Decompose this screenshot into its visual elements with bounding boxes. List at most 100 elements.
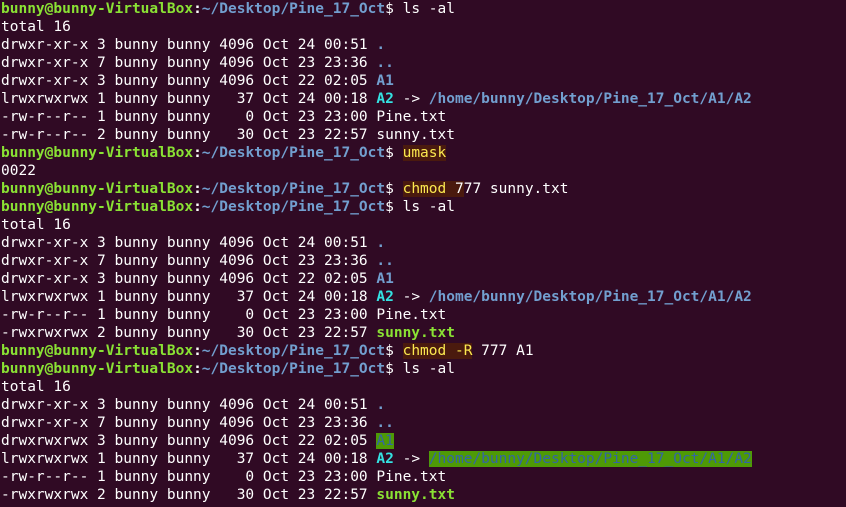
terminal-text-plain: -rw-r--r-- 1 bunny bunny 0 Oct 23 23:00 …	[1, 307, 447, 323]
terminal-text-exec: sunny.txt	[376, 325, 455, 341]
terminal-text-plain: $	[385, 145, 403, 161]
terminal-text-path: ~/Desktop/Pine_17_Oct	[201, 1, 386, 17]
terminal-text-path: ~/Desktop/Pine_17_Oct	[201, 361, 386, 377]
terminal-text-plain: $ ls -al	[385, 199, 455, 215]
terminal-text-plain: total 16	[1, 19, 71, 35]
terminal-text-link: A2	[376, 289, 394, 305]
output-line: lrwxrwxrwx 1 bunny bunny 37 Oct 24 00:18…	[1, 90, 846, 108]
output-line: drwxr-xr-x 3 bunny bunny 4096 Oct 22 02:…	[1, 270, 846, 288]
terminal-text-plain: lrwxrwxrwx 1 bunny bunny 37 Oct 24 00:18	[1, 289, 377, 305]
output-line: 0022	[1, 162, 846, 180]
output-line: lrwxrwxrwx 1 bunny bunny 37 Oct 24 00:18…	[1, 450, 846, 468]
terminal-text-dir: .	[376, 37, 386, 53]
terminal-text-plain: -rwxrwxrwx 2 bunny bunny 30 Oct 23 22:57	[1, 487, 377, 503]
terminal-text-plain: 77 sunny.txt	[463, 181, 569, 197]
terminal-text-plain: $ ls -al	[385, 361, 455, 377]
output-line: total 16	[1, 378, 846, 396]
terminal-text-user: bunny@bunny-VirtualBox	[1, 199, 194, 215]
terminal-text-plain: total 16	[1, 217, 71, 233]
terminal-text-colon: :	[193, 199, 202, 215]
output-line: -rwxrwxrwx 2 bunny bunny 30 Oct 23 22:57…	[1, 324, 846, 342]
terminal-text-dir: ..	[376, 253, 394, 269]
output-line: drwxr-xr-x 3 bunny bunny 4096 Oct 22 02:…	[1, 72, 846, 90]
terminal-text-plain: drwxr-xr-x 3 bunny bunny 4096 Oct 24 00:…	[1, 397, 377, 413]
terminal-text-path: ~/Desktop/Pine_17_Oct	[201, 181, 386, 197]
terminal-text-colon: :	[193, 181, 202, 197]
terminal-text-plain: lrwxrwxrwx 1 bunny bunny 37 Oct 24 00:18	[1, 451, 377, 467]
terminal-text-hl-opt: -R	[454, 343, 473, 359]
terminal-text-path: ~/Desktop/Pine_17_Oct	[201, 199, 386, 215]
terminal-text-plain: $	[385, 181, 403, 197]
terminal-text-dir: .	[376, 397, 386, 413]
output-line: drwxr-xr-x 7 bunny bunny 4096 Oct 23 23:…	[1, 252, 846, 270]
terminal-text-colon: :	[193, 145, 202, 161]
terminal-text-plain: total 16	[1, 379, 71, 395]
terminal-text-hl-arg	[446, 181, 455, 197]
terminal-text-dir: .	[376, 235, 386, 251]
terminal-text-dir: ..	[376, 55, 394, 71]
output-line: total 16	[1, 216, 846, 234]
terminal-text-colon: :	[193, 343, 202, 359]
terminal-output[interactable]: bunny@bunny-VirtualBox:~/Desktop/Pine_17…	[0, 0, 846, 504]
terminal-text-hl-cmd: umask	[402, 145, 447, 161]
terminal-text-plain: -rw-r--r-- 1 bunny bunny 0 Oct 23 23:00 …	[1, 109, 447, 125]
terminal-text-plain: drwxr-xr-x 3 bunny bunny 4096 Oct 22 02:…	[1, 73, 377, 89]
terminal-text-plain: ->	[393, 289, 429, 305]
terminal-text-plain: -rwxrwxrwx 2 bunny bunny 30 Oct 23 22:57	[1, 325, 377, 341]
terminal-text-link-target: /home/bunny/Desktop/Pine_17_Oct/A1/A2	[428, 289, 752, 305]
terminal-text-plain: -rw-r--r-- 2 bunny bunny 30 Oct 23 22:57…	[1, 127, 455, 143]
terminal-text-hl-arg	[446, 343, 455, 359]
terminal-text-exec: sunny.txt	[376, 487, 455, 503]
output-line: drwxr-xr-x 3 bunny bunny 4096 Oct 24 00:…	[1, 36, 846, 54]
terminal-text-dir: A1	[376, 271, 394, 287]
prompt-line: bunny@bunny-VirtualBox:~/Desktop/Pine_17…	[1, 360, 846, 378]
output-line: total 16	[1, 18, 846, 36]
terminal-text-colon: :	[193, 1, 202, 17]
terminal-text-path: ~/Desktop/Pine_17_Oct	[201, 343, 386, 359]
output-line: -rw-r--r-- 1 bunny bunny 0 Oct 23 23:00 …	[1, 108, 846, 126]
terminal-text-plain: $ ls -al	[385, 1, 455, 17]
terminal-text-plain: $	[385, 343, 403, 359]
terminal-text-user: bunny@bunny-VirtualBox	[1, 1, 194, 17]
terminal-text-plain: drwxr-xr-x 7 bunny bunny 4096 Oct 23 23:…	[1, 415, 377, 431]
output-line: lrwxrwxrwx 1 bunny bunny 37 Oct 24 00:18…	[1, 288, 846, 306]
prompt-line: bunny@bunny-VirtualBox:~/Desktop/Pine_17…	[1, 342, 846, 360]
terminal-text-plain: ->	[393, 451, 429, 467]
terminal-text-plain: drwxr-xr-x 3 bunny bunny 4096 Oct 24 00:…	[1, 37, 377, 53]
terminal-text-plain: -rw-r--r-- 1 bunny bunny 0 Oct 23 23:00 …	[1, 469, 447, 485]
output-line: -rw-r--r-- 1 bunny bunny 0 Oct 23 23:00 …	[1, 468, 846, 486]
terminal-text-link: A2	[376, 451, 394, 467]
terminal-text-dir: A1	[376, 73, 394, 89]
terminal-text-plain: lrwxrwxrwx 1 bunny bunny 37 Oct 24 00:18	[1, 91, 377, 107]
terminal-text-plain: drwxr-xr-x 3 bunny bunny 4096 Oct 22 02:…	[1, 271, 377, 287]
terminal-text-dir: ..	[376, 415, 394, 431]
terminal-text-plain: drwxrwxrwx 3 bunny bunny 4096 Oct 22 02:…	[1, 433, 377, 449]
prompt-line: bunny@bunny-VirtualBox:~/Desktop/Pine_17…	[1, 180, 846, 198]
terminal-text-user: bunny@bunny-VirtualBox	[1, 145, 194, 161]
terminal-text-user: bunny@bunny-VirtualBox	[1, 361, 194, 377]
terminal-text-link: A2	[376, 91, 394, 107]
output-line: drwxrwxrwx 3 bunny bunny 4096 Oct 22 02:…	[1, 432, 846, 450]
prompt-line: bunny@bunny-VirtualBox:~/Desktop/Pine_17…	[1, 0, 846, 18]
terminal-text-plain: 777 A1	[472, 343, 534, 359]
output-line: drwxr-xr-x 7 bunny bunny 4096 Oct 23 23:…	[1, 54, 846, 72]
output-line: drwxr-xr-x 3 bunny bunny 4096 Oct 24 00:…	[1, 234, 846, 252]
terminal-text-path: ~/Desktop/Pine_17_Oct	[201, 145, 386, 161]
prompt-line: bunny@bunny-VirtualBox:~/Desktop/Pine_17…	[1, 144, 846, 162]
terminal-text-dir-ow: A1	[376, 433, 394, 449]
terminal-text-hl-arg: 7	[454, 181, 464, 197]
terminal-text-user: bunny@bunny-VirtualBox	[1, 181, 194, 197]
output-line: drwxr-xr-x 7 bunny bunny 4096 Oct 23 23:…	[1, 414, 846, 432]
terminal-text-plain: ->	[393, 91, 429, 107]
terminal-text-link-target-ow: /home/bunny/Desktop/Pine_17_Oct/A1/A2	[428, 451, 752, 467]
output-line: drwxr-xr-x 3 bunny bunny 4096 Oct 24 00:…	[1, 396, 846, 414]
prompt-line: bunny@bunny-VirtualBox:~/Desktop/Pine_17…	[1, 198, 846, 216]
terminal-text-plain: 0022	[1, 163, 36, 179]
output-line: -rwxrwxrwx 2 bunny bunny 30 Oct 23 22:57…	[1, 486, 846, 504]
terminal-text-hl-cmd: chmod	[402, 181, 447, 197]
terminal-text-colon: :	[193, 361, 202, 377]
terminal-text-plain: drwxr-xr-x 7 bunny bunny 4096 Oct 23 23:…	[1, 253, 377, 269]
terminal-text-plain: drwxr-xr-x 3 bunny bunny 4096 Oct 24 00:…	[1, 235, 377, 251]
terminal-text-hl-cmd: chmod	[402, 343, 447, 359]
terminal-text-plain: drwxr-xr-x 7 bunny bunny 4096 Oct 23 23:…	[1, 55, 377, 71]
